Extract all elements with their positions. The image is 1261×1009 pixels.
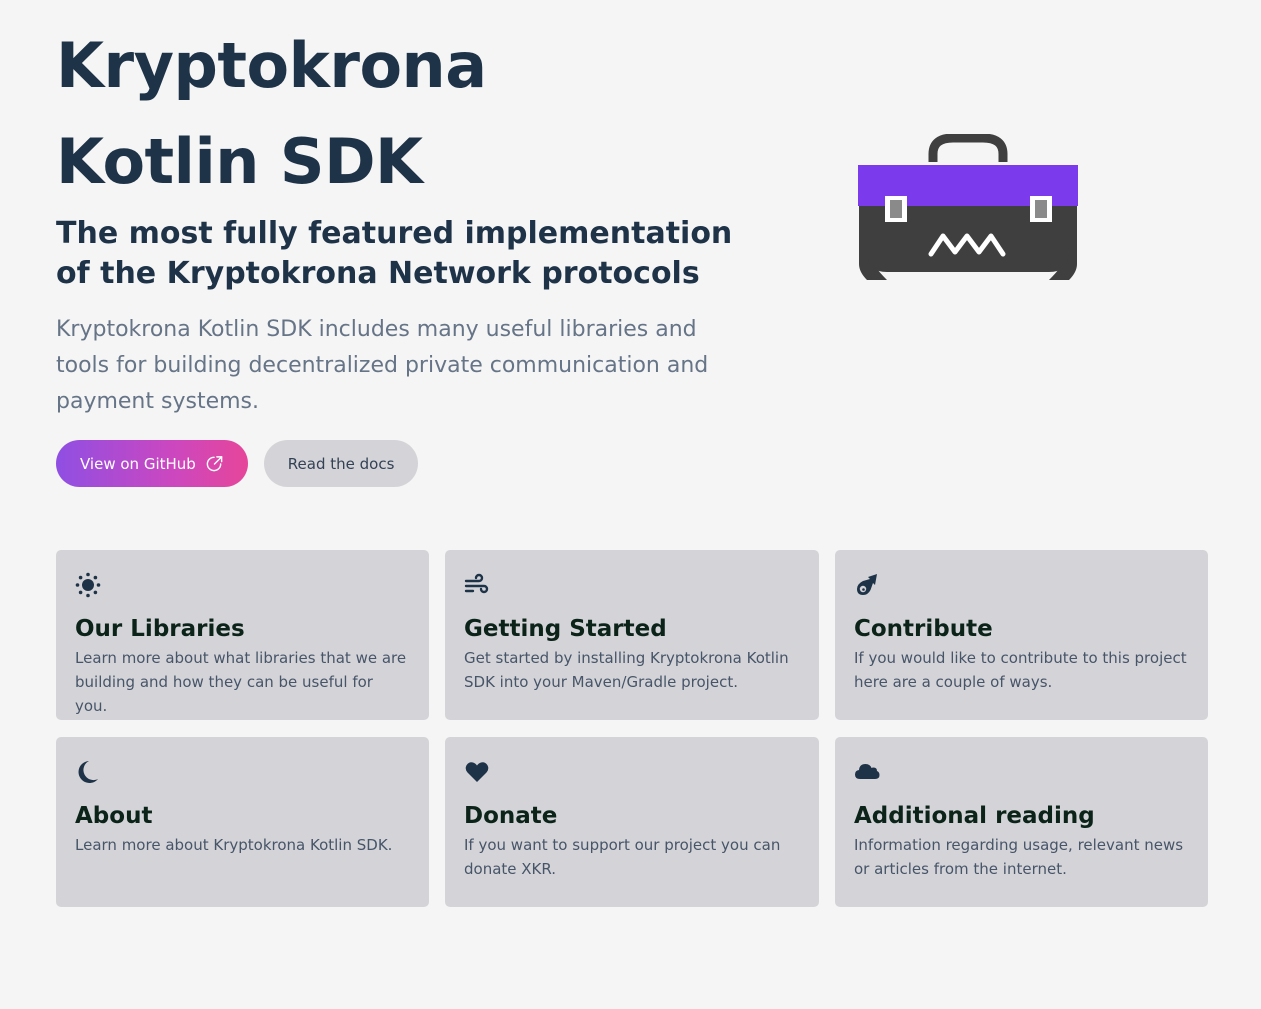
read-the-docs-button[interactable]: Read the docs: [263, 440, 419, 487]
card-title: Additional reading: [854, 803, 1095, 829]
card-title: Our Libraries: [75, 616, 245, 642]
title-line-1: Kryptokrona: [56, 29, 487, 102]
card-description: If you want to support our project you c…: [464, 836, 781, 878]
card-about[interactable]: About Learn more about Kryptokrona Kotli…: [56, 737, 429, 907]
card-title: Getting Started: [464, 616, 667, 642]
cloud-icon: [854, 759, 880, 785]
card-donate[interactable]: Donate If you want to support our projec…: [445, 737, 819, 907]
sun-icon: [75, 572, 101, 598]
card-our-libraries[interactable]: Our Libraries Learn more about what libr…: [56, 550, 429, 720]
card-additional-reading[interactable]: Additional reading Information regarding…: [835, 737, 1208, 907]
wind-icon: [464, 572, 490, 598]
external-link-icon: [205, 454, 224, 473]
card-description: Learn more about Kryptokrona Kotlin SDK.: [75, 836, 393, 854]
meteor-icon: [854, 572, 880, 598]
hero-section: Kryptokrona Kotlin SDK The most fully fe…: [56, 18, 756, 487]
heart-icon: [464, 759, 490, 785]
card-description: Learn more about what libraries that we …: [75, 649, 407, 715]
card-description: Get started by installing Kryptokrona Ko…: [464, 649, 789, 691]
card-title: Contribute: [854, 616, 993, 642]
view-on-github-label: View on GitHub: [80, 454, 196, 473]
card-getting-started[interactable]: Getting Started Get started by installin…: [445, 550, 819, 720]
toolbox-icon: [857, 134, 1079, 284]
hero-description: Kryptokrona Kotlin SDK includes many use…: [56, 317, 709, 414]
read-the-docs-label: Read the docs: [287, 454, 395, 473]
hero-buttons: View on GitHub Read the docs: [56, 440, 756, 487]
card-description: Information regarding usage, relevant ne…: [854, 836, 1184, 878]
view-on-github-button[interactable]: View on GitHub: [56, 440, 248, 487]
card-title: Donate: [464, 803, 558, 829]
title-line-2: Kotlin SDK: [56, 125, 423, 198]
card-title: About: [75, 803, 153, 829]
page-title: Kryptokrona Kotlin SDK: [56, 18, 756, 210]
hero-subtitle: The most fully featured implementation o…: [56, 216, 733, 291]
moon-icon: [75, 759, 101, 785]
feature-cards: Our Libraries Learn more about what libr…: [56, 550, 1208, 907]
card-contribute[interactable]: Contribute If you would like to contribu…: [835, 550, 1208, 720]
card-description: If you would like to contribute to this …: [854, 649, 1187, 691]
